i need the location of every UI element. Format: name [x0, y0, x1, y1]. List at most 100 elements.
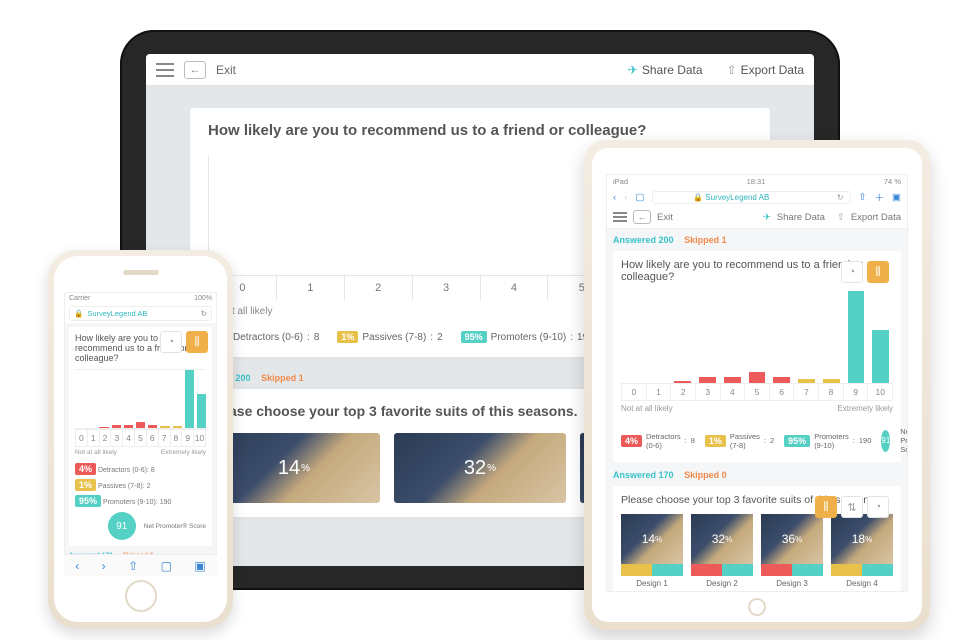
skipped-stat: Skipped 1 — [261, 373, 304, 383]
tabs-icon[interactable]: ▣ — [892, 192, 901, 203]
toolchips: ◔ ⫼ — [841, 261, 889, 283]
nps-3[interactable]: 3 — [412, 276, 480, 300]
bars-icon[interactable]: ⫼ — [815, 496, 837, 518]
suit-image: 32% — [691, 514, 753, 564]
tablet-device: iPad 18:31 74 % ‹ › ▢ 🔒 SurveyLegend AB … — [584, 140, 930, 630]
tablet-low-label: Not at all likely — [621, 404, 673, 413]
phone-high-label: Extremely likely — [161, 449, 206, 456]
tablet-legend: 4% Detractors (0-6): 8 1% Passives (7-8)… — [621, 427, 893, 454]
suit-tile[interactable]: 32% Design 2 — [691, 514, 753, 591]
phone-screen: Carrier 100% 🔒 SurveyLegend AB ↻ ◔ ⫼ How… — [64, 292, 217, 576]
forward-icon[interactable]: › — [102, 559, 106, 573]
home-button[interactable] — [748, 598, 766, 616]
export-button[interactable]: Export Data — [851, 212, 901, 223]
nps-2[interactable]: 2 — [344, 276, 412, 300]
tablet-nps-chart — [621, 291, 893, 383]
back-icon[interactable]: ‹ — [613, 192, 616, 203]
back-icon[interactable]: ‹ — [75, 559, 79, 573]
nps-4[interactable]: 4 — [480, 276, 548, 300]
phone-nps-scale: 012345678910 — [75, 429, 206, 447]
tablet-high-label: Extremely likely — [837, 404, 893, 413]
bars-icon[interactable]: ⫼ — [867, 261, 889, 283]
suit-image: 36% — [761, 514, 823, 564]
suit-tile[interactable]: 14% Design 1 — [621, 514, 683, 591]
suit-label: Design 3 — [761, 576, 823, 591]
time-label: 18:31 — [747, 177, 766, 186]
tablet-screen: iPad 18:31 74 % ‹ › ▢ 🔒 SurveyLegend AB … — [606, 174, 908, 592]
gauge-icon[interactable]: ◔ — [841, 261, 863, 283]
suit-label: Design 1 — [621, 576, 683, 591]
export-label: Export Data — [741, 63, 804, 77]
gauge-icon[interactable]: ◔ — [867, 496, 889, 518]
suit-tile[interactable]: 18% Design 4 — [831, 514, 893, 591]
home-button[interactable] — [125, 580, 157, 612]
export-icon: ⇧ — [837, 212, 845, 223]
phone-legend: 4% Detractors (0-6): 8 1% Passives (7-8)… — [75, 464, 206, 540]
tablet-app-toolbar: ← Exit ✈ Share Data ⇧ Export Data — [607, 206, 907, 229]
suit-label: Design 2 — [691, 576, 753, 591]
export-data-button[interactable]: ⇧ Export Data — [727, 63, 804, 77]
nps-1[interactable]: 1 — [276, 276, 344, 300]
reload-icon[interactable]: ↻ — [837, 193, 844, 202]
back-button[interactable]: ← — [184, 61, 206, 79]
share-data-button[interactable]: ✈ Share Data — [628, 63, 703, 77]
battery-label: 74 % — [884, 177, 901, 186]
tabs-icon[interactable]: ▣ — [194, 559, 205, 573]
share-icon: ✈ — [628, 63, 638, 77]
phone-speaker — [123, 270, 159, 275]
suit-image: 14% — [621, 514, 683, 564]
tablet-status-bar: iPad 18:31 74 % — [607, 175, 907, 188]
menu-icon[interactable] — [613, 212, 627, 222]
phone-nps-chart — [75, 369, 206, 429]
suit-tile[interactable]: 36% Design 3 — [761, 514, 823, 591]
phone-device: Carrier 100% 🔒 SurveyLegend AB ↻ ◔ ⫼ How… — [48, 250, 233, 628]
share-icon: ✈ — [763, 212, 771, 223]
reload-icon[interactable]: ↻ — [201, 309, 207, 318]
export-icon: ⇧ — [727, 63, 737, 77]
add-icon[interactable]: ＋ — [875, 190, 885, 204]
url-bar[interactable]: 🔒 SurveyLegend AB ↻ — [652, 191, 850, 204]
safari-toolbar: ‹ › ▢ 🔒 SurveyLegend AB ↻ ⇧ ＋ ▣ — [607, 188, 907, 206]
legend-passives: 1% Passives (7-8): 2 — [337, 331, 442, 343]
lock-icon: 🔒 — [74, 309, 83, 318]
share-icon[interactable]: ⇧ — [128, 559, 138, 573]
suit-label: Design 4 — [831, 576, 893, 591]
phone-status-bar: Carrier 100% — [65, 293, 216, 304]
exit-button[interactable]: Exit — [657, 212, 673, 223]
share-label: Share Data — [642, 63, 703, 77]
bookmarks-icon[interactable]: ▢ — [635, 192, 644, 203]
gauge-icon[interactable]: ◔ — [160, 331, 182, 353]
carrier-label: Carrier — [69, 295, 90, 302]
bookmarks-icon[interactable]: ▢ — [161, 559, 172, 573]
nps-score-label: Net Promoter® Score — [900, 427, 907, 454]
forward-icon[interactable]: › — [624, 192, 627, 203]
lock-icon: 🔒 — [693, 193, 703, 202]
suit-tile[interactable]: 14% — [208, 433, 380, 503]
suit-image: 18% — [831, 514, 893, 564]
flow-icon[interactable]: ⇅ — [841, 496, 863, 518]
share-icon[interactable]: ⇧ — [859, 192, 867, 203]
exit-button[interactable]: Exit — [216, 63, 236, 77]
tablet-suits-card: ⫼ ⇅ ◔ Please choose your top 3 favorite … — [613, 486, 901, 591]
suit-image: 14% — [208, 433, 380, 503]
back-button[interactable]: ← — [633, 210, 651, 224]
share-button[interactable]: Share Data — [777, 212, 825, 223]
bars-icon[interactable]: ⫼ — [186, 331, 208, 353]
phone-nps-card: ◔ ⫼ How likely are you to recommend us t… — [69, 327, 212, 546]
menu-icon[interactable] — [156, 63, 174, 77]
toolchips: ◔ ⫼ — [160, 331, 208, 353]
phone-low-label: Not at all likely — [75, 449, 117, 456]
suit-image: 32% — [394, 433, 566, 503]
suit-tile[interactable]: 32% — [394, 433, 566, 503]
device-label: iPad — [613, 177, 628, 186]
tablet-meta: Answered 200 Skipped 1 — [613, 235, 901, 245]
phone-url-bar[interactable]: 🔒 SurveyLegend AB ↻ — [69, 306, 212, 321]
nps-score-disc: 91 — [108, 512, 136, 540]
battery-label: 100% — [194, 295, 212, 302]
toolchips: ⫼ ⇅ ◔ — [815, 496, 889, 518]
nps-score-label: Net Promoter® Score — [144, 523, 206, 530]
tablet-nps-card: ◔ ⫼ How likely are you to recommend us t… — [613, 251, 901, 462]
safari-tabbar: ‹ › ⇧ ▢ ▣ — [64, 554, 217, 576]
app-toolbar: ← Exit ✈ Share Data ⇧ Export Data — [146, 54, 814, 86]
tablet-nps-scale: 012345678910 — [621, 383, 893, 401]
